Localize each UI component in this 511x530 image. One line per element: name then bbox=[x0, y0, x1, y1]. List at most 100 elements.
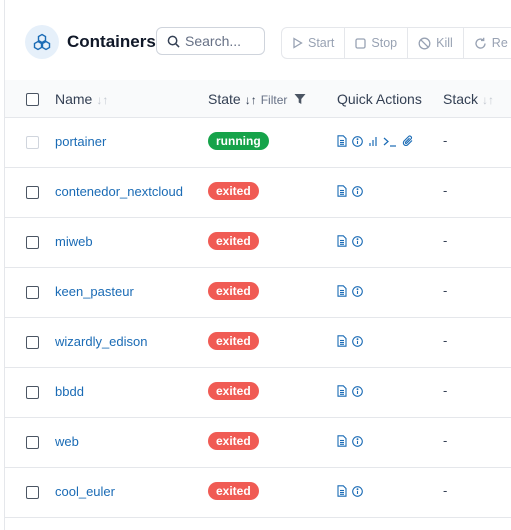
stack-value: - bbox=[443, 233, 448, 248]
container-name-link[interactable]: portainer bbox=[55, 134, 106, 149]
logs-icon[interactable] bbox=[337, 335, 347, 347]
logs-icon[interactable] bbox=[337, 435, 347, 447]
info-icon[interactable] bbox=[352, 335, 363, 347]
container-name-link[interactable]: wizardly_edison bbox=[55, 334, 148, 349]
row-checkbox[interactable] bbox=[26, 386, 39, 399]
row-checkbox[interactable] bbox=[26, 436, 39, 449]
sort-asc-icon: ↓↑ bbox=[244, 93, 257, 107]
stack-value: - bbox=[443, 383, 448, 398]
filter-label[interactable]: Filter bbox=[261, 93, 288, 107]
logs-icon[interactable] bbox=[337, 185, 347, 197]
table-row: miweb exited - bbox=[5, 217, 511, 268]
kill-button-label: Kill bbox=[436, 36, 453, 50]
status-badge: exited bbox=[208, 482, 259, 500]
table-row: bbdd exited - bbox=[5, 367, 511, 418]
status-badge: exited bbox=[208, 432, 259, 450]
status-badge: exited bbox=[208, 332, 259, 350]
info-icon[interactable] bbox=[352, 135, 363, 147]
sort-icon: ↓↑ bbox=[96, 93, 109, 107]
column-state-label: State bbox=[208, 91, 241, 107]
restart-button-label: Re bbox=[491, 36, 508, 50]
status-badge: exited bbox=[208, 282, 259, 300]
stack-value: - bbox=[443, 433, 448, 448]
search-input[interactable] bbox=[185, 32, 261, 50]
quick-actions bbox=[337, 185, 363, 197]
quick-actions bbox=[337, 385, 363, 397]
containers-logo-icon bbox=[25, 25, 59, 59]
quick-actions bbox=[337, 335, 363, 347]
quick-actions bbox=[337, 485, 363, 497]
container-name-link[interactable]: cool_euler bbox=[55, 484, 115, 499]
row-checkbox[interactable] bbox=[26, 186, 39, 199]
row-checkbox[interactable] bbox=[26, 336, 39, 349]
attach-icon[interactable] bbox=[402, 135, 414, 147]
logs-icon[interactable] bbox=[337, 385, 347, 397]
info-icon[interactable] bbox=[352, 235, 363, 247]
containers-panel: Containers Start Stop Kill Re bbox=[4, 0, 511, 530]
column-state[interactable]: State ↓↑ Filter bbox=[208, 91, 306, 107]
quick-actions bbox=[337, 435, 363, 447]
search-box[interactable] bbox=[156, 27, 265, 55]
column-name[interactable]: Name ↓↑ bbox=[55, 91, 108, 107]
stack-value: - bbox=[443, 483, 448, 498]
column-name-label: Name bbox=[55, 91, 93, 107]
stop-button-label: Stop bbox=[371, 36, 398, 50]
table-header: Name ↓↑ State ↓↑ Filter Quick Actions Stack… bbox=[5, 80, 511, 118]
stack-value: - bbox=[443, 333, 448, 348]
status-badge: exited bbox=[208, 182, 259, 200]
info-icon[interactable] bbox=[352, 485, 363, 497]
play-icon bbox=[293, 37, 303, 49]
stop-icon bbox=[355, 37, 367, 49]
info-icon[interactable] bbox=[352, 285, 363, 297]
container-name-link[interactable]: contenedor_nextcloud bbox=[55, 184, 183, 199]
kill-button[interactable]: Kill bbox=[408, 28, 464, 58]
row-checkbox[interactable] bbox=[26, 236, 39, 249]
info-icon[interactable] bbox=[352, 185, 363, 197]
stop-button[interactable]: Stop bbox=[345, 28, 409, 58]
info-icon[interactable] bbox=[352, 385, 363, 397]
stats-icon[interactable] bbox=[368, 136, 378, 147]
panel-header: Containers Start Stop Kill Re bbox=[5, 0, 511, 81]
ban-icon bbox=[418, 37, 431, 49]
container-name-link[interactable]: keen_pasteur bbox=[55, 284, 134, 299]
page-title: Containers bbox=[67, 32, 156, 51]
table-row: web exited - bbox=[5, 417, 511, 468]
container-name-link[interactable]: miweb bbox=[55, 234, 93, 249]
filter-icon[interactable] bbox=[294, 93, 306, 105]
logs-icon[interactable] bbox=[337, 235, 347, 247]
status-badge: exited bbox=[208, 232, 259, 250]
container-name-link[interactable]: web bbox=[55, 434, 79, 449]
stack-value: - bbox=[443, 283, 448, 298]
quick-actions bbox=[337, 135, 414, 147]
select-all-checkbox[interactable] bbox=[26, 93, 39, 106]
table-row: wizardly_edison exited - bbox=[5, 317, 511, 368]
container-name-link[interactable]: bbdd bbox=[55, 384, 84, 399]
column-stack[interactable]: Stack ↓↑ bbox=[443, 91, 494, 107]
console-icon[interactable] bbox=[383, 136, 397, 147]
logs-icon[interactable] bbox=[337, 485, 347, 497]
status-badge: running bbox=[208, 132, 269, 150]
table-row: cool_euler exited - bbox=[5, 467, 511, 518]
column-stack-label: Stack bbox=[443, 91, 479, 107]
start-button[interactable]: Start bbox=[282, 28, 346, 58]
quick-actions bbox=[337, 285, 363, 297]
row-checkbox bbox=[26, 136, 39, 149]
logs-icon[interactable] bbox=[337, 285, 347, 297]
stack-value: - bbox=[443, 133, 448, 148]
search-icon bbox=[167, 35, 180, 48]
quick-actions bbox=[337, 235, 363, 247]
table-row: keen_pasteur exited - bbox=[5, 267, 511, 318]
sort-icon: ↓↑ bbox=[482, 93, 495, 107]
start-button-label: Start bbox=[308, 36, 335, 50]
info-icon[interactable] bbox=[352, 435, 363, 447]
row-checkbox[interactable] bbox=[26, 286, 39, 299]
refresh-icon bbox=[475, 37, 486, 49]
restart-button[interactable]: Re bbox=[464, 28, 511, 58]
status-badge: exited bbox=[208, 382, 259, 400]
column-quick-actions: Quick Actions bbox=[337, 91, 422, 107]
action-button-group: Start Stop Kill Re bbox=[281, 27, 511, 59]
row-checkbox[interactable] bbox=[26, 486, 39, 499]
table-row: portainer running - bbox=[5, 117, 511, 168]
logs-icon[interactable] bbox=[337, 135, 347, 147]
table-row: contenedor_nextcloud exited - bbox=[5, 167, 511, 218]
